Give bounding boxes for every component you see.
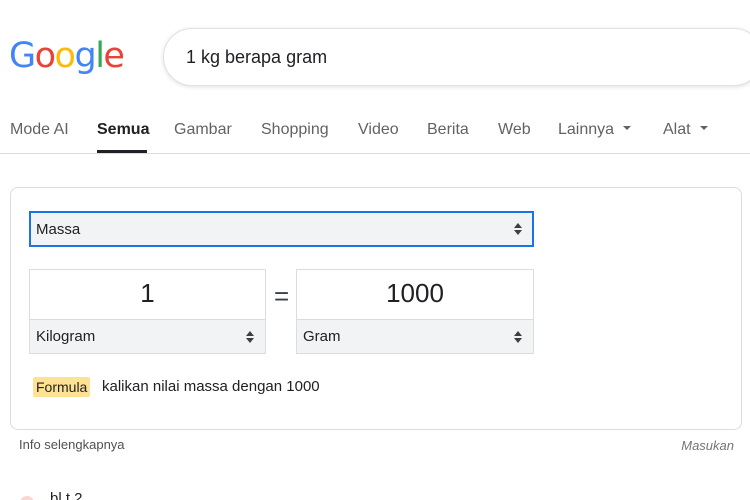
measure-category-select[interactable]: Massa: [29, 211, 534, 247]
left-unit-value: Kilogram: [36, 328, 96, 345]
logo-letter: g: [74, 36, 96, 76]
select-arrows-icon: [514, 330, 522, 343]
tab-alat[interactable]: Alat: [663, 121, 708, 139]
formula-badge: Formula: [33, 377, 91, 397]
site-favicon-icon: [20, 496, 34, 500]
tab-berita[interactable]: Berita: [427, 121, 469, 139]
tab-web[interactable]: Web: [498, 121, 531, 139]
select-arrows-icon: [514, 223, 522, 235]
tab-mode-ai[interactable]: Mode AI: [10, 121, 69, 139]
formula-text: kalikan nilai massa dengan 1000: [102, 378, 320, 395]
tab-gambar[interactable]: Gambar: [174, 121, 232, 139]
logo-letter: G: [9, 36, 36, 76]
logo-letter: e: [103, 36, 125, 76]
search-box[interactable]: [163, 28, 750, 86]
chevron-down-icon: [623, 125, 632, 130]
tab-lainnya-label: Lainnya: [558, 121, 615, 138]
right-value-input[interactable]: [297, 270, 533, 316]
search-input[interactable]: [186, 29, 746, 85]
chevron-down-icon: [699, 125, 708, 130]
measure-category-value: Massa: [36, 220, 81, 238]
next-result-title: bl t 2: [50, 492, 83, 500]
logo-letter: o: [34, 36, 56, 76]
feedback-link[interactable]: Masukan: [681, 438, 734, 453]
google-logo[interactable]: Google: [9, 36, 125, 76]
tab-video[interactable]: Video: [358, 121, 399, 139]
right-unit-select[interactable]: Gram: [296, 319, 534, 354]
next-search-result[interactable]: bl t 2: [20, 492, 170, 500]
unit-converter-card: Massa Kilogram = Gram Formula kalikan ni…: [10, 187, 742, 430]
logo-letter: o: [54, 36, 76, 76]
tab-semua[interactable]: Semua: [97, 121, 149, 139]
tab-shopping[interactable]: Shopping: [261, 121, 329, 139]
more-info-link[interactable]: Info selengkapnya: [19, 437, 125, 452]
tab-lainnya[interactable]: Lainnya: [558, 121, 632, 139]
search-tabs: Mode AI Semua Gambar Shopping Video Beri…: [0, 110, 750, 154]
left-unit-select[interactable]: Kilogram: [29, 319, 266, 354]
tab-alat-label: Alat: [663, 121, 691, 138]
right-unit-value: Gram: [303, 328, 341, 345]
left-value-input[interactable]: [30, 270, 265, 316]
active-tab-indicator: [97, 150, 147, 153]
select-arrows-icon: [246, 330, 254, 343]
equals-sign: =: [274, 281, 290, 311]
